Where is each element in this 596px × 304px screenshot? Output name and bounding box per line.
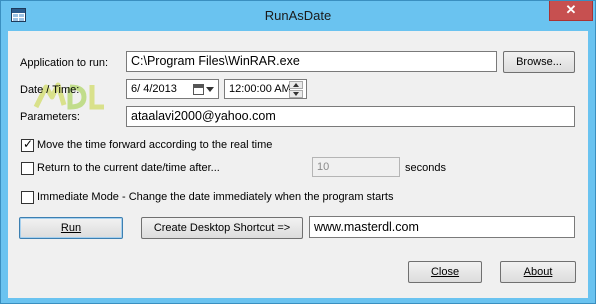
spin-up-icon[interactable] <box>289 81 303 89</box>
immediate-mode-checkbox[interactable] <box>21 191 34 204</box>
close-icon: ✕ <box>565 2 577 17</box>
app-window: RunAsDate ✕ Application to run: C:\Progr… <box>0 0 596 304</box>
chevron-down-icon[interactable] <box>206 87 214 92</box>
return-after-label[interactable]: Return to the current date/time after... <box>37 162 220 174</box>
close-button[interactable]: Close <box>408 261 482 283</box>
create-desktop-shortcut-button[interactable]: Create Desktop Shortcut => <box>141 217 303 239</box>
parameters-input[interactable]: ataalavi2000@yahoo.com <box>126 106 575 127</box>
return-after-seconds-input[interactable]: 10 <box>312 157 400 177</box>
return-after-checkbox[interactable] <box>21 162 34 175</box>
create-desktop-shortcut-label: Create Desktop Shortcut => <box>153 222 291 234</box>
date-value: 6/ 4/2013 <box>131 83 177 95</box>
title-bar[interactable]: RunAsDate ✕ <box>1 1 595 31</box>
run-button[interactable]: Run <box>19 217 123 239</box>
application-path-input[interactable]: C:\Program Files\WinRAR.exe <box>126 51 497 72</box>
parameters-label: Parameters: <box>20 111 80 123</box>
time-picker[interactable]: 12:00:00 AM <box>224 79 307 99</box>
time-value: 12:00:00 AM <box>229 83 291 95</box>
date-time-label: Date / Time: <box>20 84 80 96</box>
move-time-forward-label[interactable]: Move the time forward according to the r… <box>37 139 272 151</box>
date-picker[interactable]: 6/ 4/2013 <box>126 79 219 99</box>
seconds-label: seconds <box>405 162 446 174</box>
time-spinner[interactable] <box>289 81 303 98</box>
window-title: RunAsDate <box>264 8 332 23</box>
application-label: Application to run: <box>20 57 109 69</box>
calendar-icon[interactable] <box>193 84 204 95</box>
about-button-label: About <box>523 266 553 278</box>
dialog-client-area: Application to run: C:\Program Files\Win… <box>8 31 588 298</box>
shortcut-name-input[interactable]: www.masterdl.com <box>309 216 575 238</box>
checkmark-icon: ✓ <box>22 137 34 151</box>
spin-down-icon[interactable] <box>289 90 303 98</box>
run-button-label: Run <box>60 222 82 234</box>
move-time-forward-checkbox[interactable]: ✓ <box>21 137 34 152</box>
close-button-label: Close <box>430 266 460 278</box>
browse-button[interactable]: Browse... <box>503 51 575 73</box>
immediate-mode-label[interactable]: Immediate Mode - Change the date immedia… <box>37 191 393 203</box>
browse-button-label: Browse... <box>516 56 562 68</box>
about-button[interactable]: About <box>500 261 576 283</box>
window-close-button[interactable]: ✕ <box>549 1 593 21</box>
